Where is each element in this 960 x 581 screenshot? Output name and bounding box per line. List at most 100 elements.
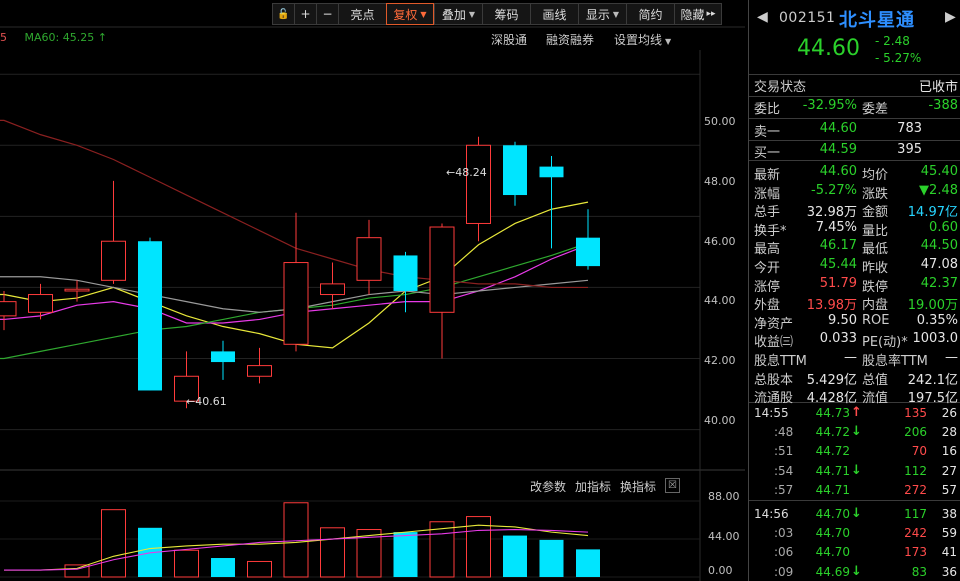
more-arrows-icon: ▸▸ — [706, 9, 716, 19]
chips-button-label: 筹码 — [494, 7, 519, 22]
quote-panel: ◀ 002151 北斗星通 ▶ 44.60 - 2.48 - 5.27% 交易状… — [748, 0, 960, 581]
stat-value: 14.97亿 — [907, 205, 958, 221]
add-indicator-link[interactable]: 加指标 — [575, 478, 611, 495]
weicha-value: -388 — [928, 98, 958, 113]
tick-volume: 272 — [904, 482, 927, 497]
highlights-button[interactable]: 亮点 — [338, 3, 386, 25]
stat-value: 1003.0 — [912, 331, 959, 347]
switch-indicator-link[interactable]: 换指标 — [620, 478, 656, 495]
simple-button-label: 简约 — [638, 7, 663, 22]
tick-row[interactable]: :03 44.70 242 59 — [749, 526, 960, 544]
tick-row[interactable]: :06 44.70 173 41 — [749, 545, 960, 563]
stat-value: — — [945, 350, 958, 365]
stat-value: 4.428亿 — [806, 391, 857, 407]
divider — [749, 74, 960, 75]
tick-time: :03 — [774, 526, 794, 541]
stat-value: 46.17 — [819, 238, 857, 254]
stat-value: 45.44 — [819, 257, 857, 272]
chevron-down-icon: ▼ — [420, 9, 427, 19]
stat-value: 0.60 — [929, 219, 958, 235]
last-price: 44.60 — [797, 36, 860, 61]
close-indicator-icon[interactable]: ☒ — [665, 478, 680, 493]
stat-label: 流值 — [862, 391, 889, 407]
stat-label: 总手 — [754, 205, 781, 221]
kline-chart-panel[interactable]: 5 MA60: 45.25 ↑ 深股通 融资融券 设置均线 ▼ ←48.24 ←4… — [0, 0, 745, 581]
tick-row[interactable]: :51 44.72 70 16 — [749, 444, 960, 462]
next-stock-icon[interactable]: ▶ — [945, 9, 956, 25]
stat-value: 51.79 — [819, 275, 857, 291]
candle-body — [320, 283, 345, 296]
stock-name: 北斗星通 — [839, 10, 915, 31]
chips-button[interactable]: 筹码 — [482, 3, 530, 25]
candle-body — [64, 288, 90, 292]
stat-label: 最低 — [862, 242, 889, 258]
candle-body — [211, 351, 235, 363]
arrow-down-icon: ↓ — [851, 563, 862, 579]
tick-row[interactable]: 14:56 44.70 ↓ 117 38 — [749, 506, 960, 525]
chevron-down-icon: ▼ — [665, 37, 672, 46]
stock-code: 002151 — [779, 10, 836, 26]
tick-volume: 117 — [904, 507, 927, 521]
adjust-button[interactable]: 复权 ▼ — [386, 3, 434, 25]
draw-line-button[interactable]: 画线 — [530, 3, 578, 25]
tick-row[interactable]: :54 44.71 ↓ 112 27 — [749, 463, 960, 482]
sell1-price[interactable]: 44.60 — [799, 121, 857, 136]
hide-button[interactable]: 隐藏 ▸▸ — [674, 3, 722, 25]
volume-bar — [539, 539, 564, 577]
arrow-down-icon: ↓ — [851, 506, 862, 521]
zoom-out-button[interactable]: − — [316, 3, 338, 25]
margin-trading-link[interactable]: 融资融券 — [546, 31, 594, 48]
tick-count: 57 — [941, 482, 957, 497]
tick-count: 26 — [941, 406, 957, 420]
overlay-button-label: 叠加 — [441, 7, 466, 22]
stat-label: 净资产 — [754, 316, 794, 332]
buy1-volume: 395 — [897, 142, 922, 157]
adjust-button-label: 复权 — [393, 7, 418, 22]
high-price-value: 48.24 — [455, 166, 487, 179]
tick-row[interactable]: :09 44.69 ↓ 83 36 — [749, 563, 960, 581]
buy1-price[interactable]: 44.59 — [799, 142, 857, 157]
chevron-down-icon: ▼ — [468, 9, 476, 19]
set-ma-link[interactable]: 设置均线 ▼ — [614, 31, 671, 48]
tick-row[interactable]: :57 44.71 272 57 — [749, 483, 960, 501]
stat-label: 外盘 — [754, 298, 781, 314]
candle-body — [503, 145, 527, 196]
candle-body — [429, 226, 455, 313]
tick-row[interactable]: :48 44.72 ↓ 206 28 — [749, 424, 960, 443]
stat-label: 内盘 — [862, 298, 889, 314]
prev-stock-icon[interactable]: ◀ — [757, 9, 768, 25]
display-button[interactable]: 显示 ▼ — [578, 3, 626, 25]
tick-row[interactable]: 14:55 44.73 ↑ 135 26 — [749, 405, 960, 424]
hk-connect-link[interactable]: 深股通 — [491, 31, 527, 48]
stat-value: 5.429亿 — [806, 372, 857, 388]
tick-time: 14:56 — [754, 507, 789, 521]
trade-status-label: 交易状态 — [754, 80, 807, 95]
tick-time: :51 — [774, 444, 794, 459]
stat-value: 0.35% — [916, 312, 958, 328]
divider — [749, 160, 960, 161]
price-axis-label: 50.00 — [704, 115, 736, 128]
arrow-down-icon: ↓ — [851, 424, 862, 440]
ma-legend: 5 MA60: 45.25 ↑ — [0, 31, 107, 44]
zoom-in-button[interactable]: + — [294, 3, 316, 25]
volume-bar — [429, 521, 455, 578]
divider — [749, 118, 960, 119]
arrow-up-icon: ↑ — [851, 405, 862, 420]
candle-body — [101, 240, 126, 281]
tick-price: 44.71 — [815, 482, 850, 497]
volume-bar — [320, 527, 345, 578]
stat-label: 总股本 — [754, 372, 794, 388]
stat-value: -5.27% — [811, 182, 857, 198]
weibi-label: 委比 — [754, 102, 781, 117]
overlay-button[interactable]: 叠加 ▼ — [434, 3, 482, 25]
lock-icon[interactable]: 🔓 — [272, 3, 294, 25]
zoom-in-button-label: + — [300, 7, 311, 21]
simple-button[interactable]: 简约 — [626, 3, 674, 25]
stat-value: — — [844, 350, 857, 365]
price-axis-label: 46.00 — [704, 235, 736, 248]
stat-label: 量比 — [862, 223, 889, 239]
change-params-link[interactable]: 改参数 — [530, 478, 566, 495]
price-axis-label: 44.00 — [704, 294, 736, 307]
set-ma-label: 设置均线 — [614, 33, 663, 47]
chart-toolbar: 🔓 + − 亮点 复权 ▼ 叠加 ▼ 筹码 画线 显示 ▼ 简约 隐藏 ▸▸ — [272, 3, 722, 25]
